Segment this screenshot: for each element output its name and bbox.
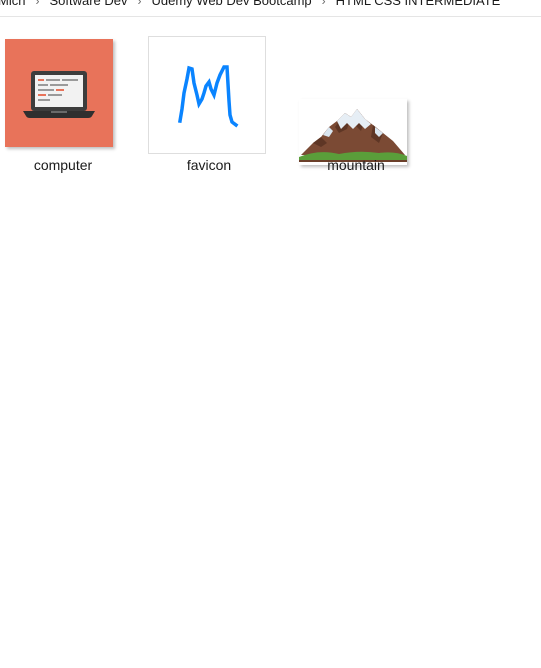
file-name: computer (33, 157, 93, 173)
file-name: mountain (327, 157, 385, 173)
chevron-right-icon[interactable]: › (29, 0, 45, 8)
letter-m-favicon-icon (148, 36, 266, 154)
breadcrumb: Mich › Software Dev › Udemy Web Dev Boot… (0, 0, 541, 17)
file-name: favicon (186, 157, 232, 173)
breadcrumb-item-mich[interactable]: Mich (0, 0, 29, 8)
file-list: computer favicon mountain (0, 17, 541, 668)
breadcrumb-item-software-dev[interactable]: Software Dev (45, 0, 131, 8)
laptop-image-icon (5, 39, 113, 147)
mountain-image-icon (299, 99, 407, 165)
breadcrumb-item-html-css-intermediate[interactable]: HTML CSS INTERMEDIATE (332, 0, 505, 8)
chevron-right-icon[interactable]: › (132, 0, 148, 8)
chevron-right-icon[interactable]: › (316, 0, 332, 8)
breadcrumb-item-udemy-bootcamp[interactable]: Udemy Web Dev Bootcamp (148, 0, 316, 8)
